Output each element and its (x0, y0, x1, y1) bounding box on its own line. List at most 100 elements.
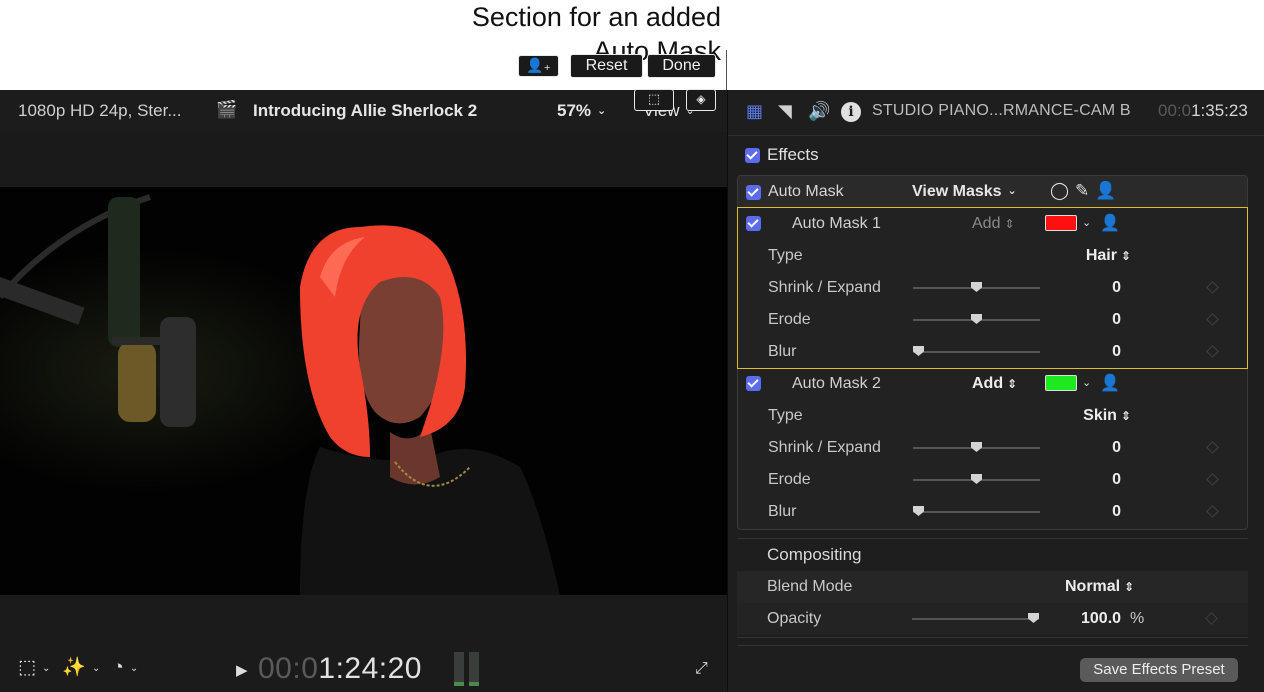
play-icon: ▶ (236, 662, 248, 679)
keyframe-icon[interactable] (1205, 612, 1218, 625)
speed-icon[interactable]: ◔ (112, 657, 125, 678)
selection-overlay-button[interactable]: ⬚ (634, 89, 674, 111)
type-popup[interactable]: Skin ⇕ (1083, 407, 1131, 425)
auto-mask-2-color-swatch[interactable] (1045, 375, 1077, 391)
clip-timecode: 00:01:35:23 (1158, 101, 1248, 121)
play-button[interactable]: ▶ (236, 661, 248, 679)
keyframe-icon[interactable] (1206, 473, 1219, 486)
param-value[interactable]: 0 (1112, 311, 1121, 329)
chevron-down-icon[interactable]: ⌄ (42, 663, 52, 674)
param-value[interactable]: 0 (1112, 343, 1121, 361)
person-add-icon[interactable]: 👤 (1100, 373, 1120, 393)
zoom-value: 57% (557, 101, 592, 120)
video-inspector-icon[interactable]: ▦ (746, 101, 763, 122)
ellipse-mask-icon[interactable]: ◯ (1050, 181, 1075, 200)
updown-icon: ⇕ (1120, 249, 1131, 263)
layers-icon: ◈ (696, 92, 706, 106)
param-value[interactable]: 0 (1112, 279, 1121, 297)
reset-button[interactable]: Reset (570, 54, 643, 78)
keyframe-icon[interactable] (1206, 505, 1219, 518)
keyframe-icon[interactable] (1206, 441, 1219, 454)
keyframe-icon[interactable] (1206, 281, 1219, 294)
person-add-icon[interactable]: 👤 (1095, 181, 1122, 200)
auto-mask-checkbox[interactable] (746, 184, 761, 200)
keyframe-icon[interactable] (1206, 345, 1219, 358)
auto-mask-2-name: Auto Mask 2 (792, 375, 881, 392)
video-image (0, 187, 727, 595)
eyedropper-icon[interactable]: ✎ (1075, 181, 1095, 200)
param-slider[interactable] (913, 346, 1040, 356)
inspector-header: ▦ ◥ 🔊 i STUDIO PIANO...RMANCE-CAM B 00:0… (728, 90, 1264, 136)
effects-header[interactable]: Effects (745, 145, 819, 165)
type-value: Skin (1083, 407, 1117, 424)
fullscreen-icon[interactable]: ⤢ (695, 660, 708, 678)
magic-wand-icon[interactable]: ✨ (62, 657, 88, 678)
inspector-panel: ▦ ◥ 🔊 i STUDIO PIANO...RMANCE-CAM B 00:0… (727, 90, 1264, 692)
type-popup[interactable]: Hair ⇕ (1086, 247, 1131, 265)
clapper-icon: 🎬 (216, 100, 238, 119)
opacity-slider[interactable] (912, 613, 1039, 623)
mode-value: Add (972, 215, 1001, 232)
person-add-icon[interactable]: 👤 (1100, 213, 1120, 233)
param-value[interactable]: 0 (1112, 439, 1121, 457)
blend-mode-label: Blend Mode (767, 578, 853, 595)
param-value[interactable]: 0 (1112, 471, 1121, 489)
slider-thumb[interactable] (1028, 613, 1039, 623)
chevron-down-icon[interactable]: ⌄ (1082, 216, 1091, 229)
auto-mask-label: Auto Mask (768, 183, 844, 200)
auto-mask-2-block: Auto Mask 2 Add ⇕ ⌄ 👤 Type Skin ⇕ Shrink /… (738, 368, 1247, 528)
mode-value: Add (972, 375, 1004, 392)
auto-mask-toggle[interactable]: Auto Mask (746, 183, 844, 201)
param-slider[interactable] (913, 442, 1040, 452)
transform-icon[interactable]: ⬚ (18, 657, 38, 678)
audio-inspector-icon[interactable]: 🔊 (808, 101, 830, 122)
auto-mask-1-row: Auto Mask 1 Add ⇕ ⌄ 👤 (738, 208, 1247, 240)
param-slider[interactable] (913, 282, 1040, 292)
updown-icon: ⇕ (1120, 409, 1131, 423)
layers-button[interactable]: ◈ (686, 89, 716, 111)
slider-thumb[interactable] (913, 506, 924, 516)
auto-mask-2-row: Auto Mask 2 Add ⇕ ⌄ 👤 (738, 368, 1247, 400)
updown-icon: ⇕ (1124, 580, 1135, 594)
chevron-down-icon[interactable]: ⌄ (130, 663, 140, 674)
save-effects-preset-button[interactable]: Save Effects Preset (1080, 658, 1238, 682)
auto-mask-2-mode[interactable]: Add ⇕ (972, 375, 1017, 393)
auto-mask-2-checkbox[interactable] (746, 376, 761, 391)
chevron-down-icon: ⌄ (597, 105, 607, 117)
slider-thumb[interactable] (971, 282, 982, 292)
opacity-value[interactable]: 100.0 (1081, 610, 1121, 628)
param-slider[interactable] (913, 314, 1040, 324)
view-masks-menu[interactable]: View Masks ⌄ (912, 183, 1017, 201)
slider-thumb[interactable] (971, 314, 982, 324)
chevron-down-icon[interactable]: ⌄ (92, 663, 102, 674)
param-label: Shrink / Expand (768, 439, 881, 456)
opacity-row: Opacity 100.0 % (737, 603, 1248, 635)
chevron-down-icon[interactable]: ⌄ (1082, 376, 1091, 389)
param-value[interactable]: 0 (1112, 503, 1121, 521)
effects-checkbox[interactable] (745, 147, 760, 163)
param-slider[interactable] (913, 474, 1040, 484)
blend-mode-popup[interactable]: Normal ⇕ (1065, 578, 1134, 596)
auto-mask-2-param-row: Blur 0 (738, 496, 1247, 528)
slider-thumb[interactable] (971, 442, 982, 452)
keyframe-icon[interactable] (1206, 313, 1219, 326)
auto-mask-1-param-row: Shrink / Expand 0 (738, 272, 1247, 304)
auto-mask-1-mode[interactable]: Add ⇕ (972, 215, 1015, 233)
param-label: Blur (768, 503, 797, 520)
done-button[interactable]: Done (647, 54, 716, 78)
auto-mask-section: Auto Mask View Masks ⌄ ◯✎👤 Auto Mask 1 Ad… (737, 175, 1248, 530)
auto-mask-1-checkbox[interactable] (746, 216, 761, 231)
dashed-rect-icon: ⬚ (647, 91, 661, 106)
timecode-dim: 00:0 (258, 652, 319, 685)
slider-thumb[interactable] (971, 474, 982, 484)
zoom-menu[interactable]: 57% ⌄ (557, 101, 606, 121)
viewer-timecode: 00:01:24:20 (258, 652, 422, 686)
param-slider[interactable] (913, 506, 1040, 516)
type-label: Type (768, 247, 803, 264)
add-person-mask-button[interactable]: 👤₊ (518, 55, 559, 77)
color-inspector-icon[interactable]: ◥ (778, 101, 792, 122)
auto-mask-1-color-swatch[interactable] (1045, 215, 1077, 231)
auto-mask-1-block: Auto Mask 1 Add ⇕ ⌄ 👤 Type Hair ⇕ Shrink /… (737, 207, 1248, 369)
slider-thumb[interactable] (913, 346, 924, 356)
info-inspector-icon[interactable]: i (841, 102, 861, 122)
